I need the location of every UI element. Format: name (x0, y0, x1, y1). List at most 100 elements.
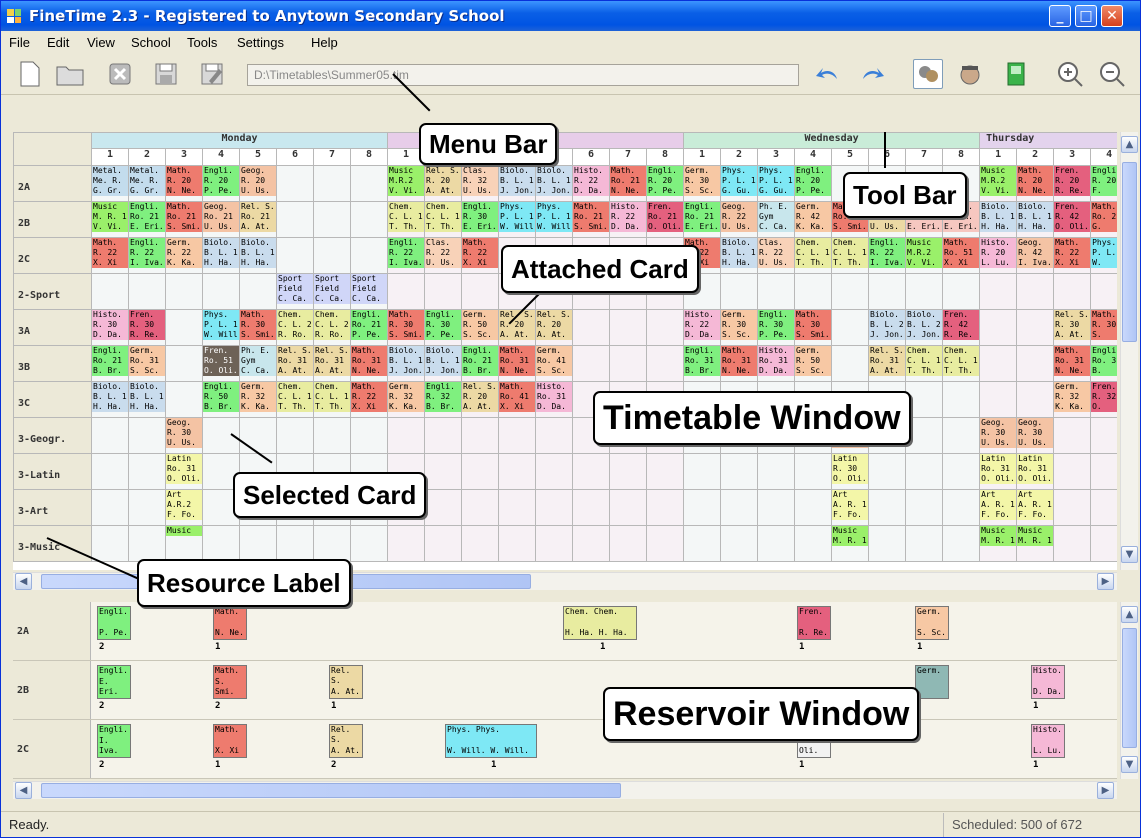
timetable-slot[interactable] (757, 489, 796, 526)
reservoir-card[interactable]: Math. S. Smi. (213, 665, 247, 699)
lesson-card[interactable]: Chem. C. L. 1 T. Th. (832, 238, 868, 268)
timetable-slot[interactable]: Chem. C. L. 1 T. Th. (276, 381, 314, 418)
timetable-slot[interactable] (609, 345, 647, 382)
period-header[interactable]: 3 (1053, 148, 1092, 166)
timetable-slot[interactable]: Biolo. B. L. 2 J. Jon. (905, 309, 944, 346)
period-header[interactable]: 4 (1090, 148, 1117, 166)
timetable-slot[interactable]: Phys. P. L. 1 W. Will. (535, 201, 573, 238)
timetable-vertical-scrollbar[interactable]: ▲ ▼ (1120, 132, 1138, 570)
lesson-card[interactable]: Engli. Ro. 21 B. Br. (92, 346, 128, 376)
menu-tools[interactable]: Tools (187, 35, 217, 50)
lesson-card[interactable]: Music M.R.2 V. Vi. (980, 166, 1016, 196)
timetable-slot[interactable]: Sport Field C. Ca. (276, 273, 314, 310)
lesson-card[interactable]: Geog. R. 30 U. Us. (1017, 418, 1053, 448)
timetable-slot[interactable] (1016, 345, 1055, 382)
lesson-card[interactable]: Engli.R. 20F. (1091, 166, 1117, 196)
lesson-card[interactable]: Chem. C. L. 1 T. Th. (795, 238, 831, 268)
lesson-card[interactable]: Math.Ro. 21G. (1091, 202, 1117, 232)
timetable-slot[interactable] (572, 525, 610, 562)
timetable-slot[interactable] (942, 489, 981, 526)
lesson-card[interactable]: Latin Ro. 31 O. Oli. (166, 454, 202, 484)
lesson-card[interactable]: Chem. C. L. 1 T. Th. (943, 346, 979, 376)
timetable-slot[interactable]: Art A. R. 1 F. Fo. (1016, 489, 1055, 526)
timetable-slot[interactable]: Fren. R. 30 R. Re. (128, 309, 166, 346)
period-header[interactable]: 7 (609, 148, 647, 166)
lesson-card[interactable]: Music M. R. 1 V. Vi. (92, 202, 128, 232)
timetable-slot[interactable] (535, 453, 573, 490)
reservoir-card[interactable]: Germ. S. Sc. (915, 606, 949, 640)
reservoir-card[interactable]: Rel. S. A. At. (329, 665, 363, 699)
timetable-slot[interactable]: Art A. R. 1 F. Fo. (831, 489, 870, 526)
lesson-card[interactable]: Engli. Ro. 21 E. Eri. (129, 202, 165, 232)
timetable-slot[interactable]: Histo. Ro. 31 D. Da. (757, 345, 796, 382)
timetable-slot[interactable]: Rel. S. Ro. 31 A. At. (276, 345, 314, 382)
lesson-card[interactable]: Germ. Ro. 31 S. Sc. (129, 346, 165, 376)
timetable-slot[interactable]: Chem. C. L. 1 T. Th. (313, 381, 351, 418)
lesson-card[interactable]: Engli. Ro. 21 B. Br. (462, 346, 498, 376)
lesson-card[interactable]: Engli.Ro. 31B. (1091, 346, 1117, 376)
lesson-card[interactable]: Engli. R. 20 P. Pe. (647, 166, 683, 196)
timetable-slot[interactable]: Geog. R. 30 U. Us. (165, 417, 203, 454)
lesson-card[interactable]: Rel. S. Ro. 21 A. At. (240, 202, 276, 232)
reservoir-card[interactable]: Engli. I. Iva. (97, 724, 131, 758)
timetable-slot[interactable]: Engli. Ro. 21 B. Br. (461, 345, 499, 382)
lesson-card[interactable]: Fren. R. 32 O. (1091, 382, 1117, 412)
lesson-card[interactable]: Phys. P. L. 1 W. Will. (203, 310, 239, 340)
timetable-slot[interactable] (239, 525, 277, 562)
timetable-slot[interactable] (91, 453, 129, 490)
period-header[interactable]: 6 (868, 148, 907, 166)
timetable-slot[interactable]: Chem. C. L. 1 T. Th. (905, 345, 944, 382)
reservoir-card[interactable]: Histo. D. Da. (1031, 665, 1065, 699)
lesson-card[interactable]: Engli. R. 22 I. Iva. (129, 238, 165, 268)
period-header[interactable]: 1 (91, 148, 129, 166)
timetable-slot[interactable]: Geog. R. 30 U. Us. (979, 417, 1018, 454)
save-as-icon[interactable] (197, 59, 227, 89)
timetable-slot[interactable]: Clas. R. 22 U. Us. (757, 237, 796, 274)
lesson-card[interactable]: Engli. Ro. 31 B. Br. (684, 346, 720, 376)
timetable-slot[interactable] (1090, 273, 1117, 310)
lesson-card[interactable]: Biolo. B. L. 1 H. Ha. (1017, 202, 1053, 232)
lesson-card[interactable]: Metal. Me. R. G. Gr. (129, 166, 165, 196)
timetable-slot[interactable]: Music M.R.2 V. Vi. (387, 165, 425, 202)
timetable-slot[interactable] (350, 525, 388, 562)
timetable-slot[interactable] (165, 381, 203, 418)
timetable-slot[interactable]: Geog. R. 20 U. Us. (239, 165, 277, 202)
timetable-slot[interactable] (794, 453, 833, 490)
timetable-slot[interactable] (91, 273, 129, 310)
timetable-slot[interactable] (868, 453, 907, 490)
timetable-slot[interactable]: Math. Ro. 21 N. Ne. (609, 165, 647, 202)
lesson-card[interactable]: Chem. C. L. 1 T. Th. (388, 202, 424, 232)
timetable-slot[interactable]: Math.R. 22X. Xi (350, 381, 388, 418)
lesson-card[interactable]: Math. Ro. 41 X. Xi (499, 382, 535, 412)
lesson-card[interactable]: Music M. R. 1 (832, 526, 868, 546)
lesson-card[interactable]: Fren. R. 20 R. Re. (1054, 166, 1090, 196)
lesson-card[interactable]: Biolo. B. L. 1 J. Jon. (536, 166, 572, 196)
timetable-slot[interactable]: Fren. R. 32 O. (1090, 381, 1117, 418)
lesson-card[interactable]: Math.R. 22X. Xi (351, 382, 387, 412)
timetable-slot[interactable]: Latin Ro. 31 O. Oli. (165, 453, 203, 490)
teachers-view-icon[interactable] (913, 59, 943, 89)
timetable-slot[interactable]: Engli. R. 22 I. Iva. (387, 237, 425, 274)
timetable-slot[interactable] (498, 417, 536, 454)
timetable-slot[interactable]: Chem. C. L. 1 T. Th. (942, 345, 981, 382)
lesson-card[interactable]: Geog. R. 30 U. Us. (166, 418, 202, 448)
timetable-slot[interactable] (794, 489, 833, 526)
timetable-slot[interactable] (128, 417, 166, 454)
timetable-slot[interactable]: Engli. R. 20 P. Pe. (645, 165, 685, 202)
timetable-slot[interactable]: Music M. R. 1 (979, 525, 1018, 562)
reservoir-card[interactable]: Math. X. Xi (213, 724, 247, 758)
menu-school[interactable]: School (131, 35, 171, 50)
timetable-slot[interactable]: Germ. Ro. 41 S. Sc. (535, 345, 573, 382)
zoom-out-icon[interactable] (1097, 59, 1127, 89)
period-header[interactable]: 5 (239, 148, 277, 166)
lesson-card[interactable]: Biolo. B. L. 1 H. Ha. (240, 238, 276, 268)
lesson-card[interactable]: Math.Ro. 21S. Smi. (573, 202, 609, 232)
lesson-card[interactable]: Engli. R. 30 E. Eri. (462, 202, 498, 232)
timetable-slot[interactable]: Biolo. B. L. 2 J. Jon. (868, 309, 907, 346)
timetable-slot[interactable]: Engli. Ro. 21 P. Pe. (350, 309, 388, 346)
timetable-slot[interactable] (350, 237, 388, 274)
timetable-slot[interactable] (498, 525, 536, 562)
timetable-slot[interactable] (905, 489, 944, 526)
period-header[interactable]: 7 (313, 148, 351, 166)
maximize-button[interactable]: □ (1075, 5, 1097, 27)
